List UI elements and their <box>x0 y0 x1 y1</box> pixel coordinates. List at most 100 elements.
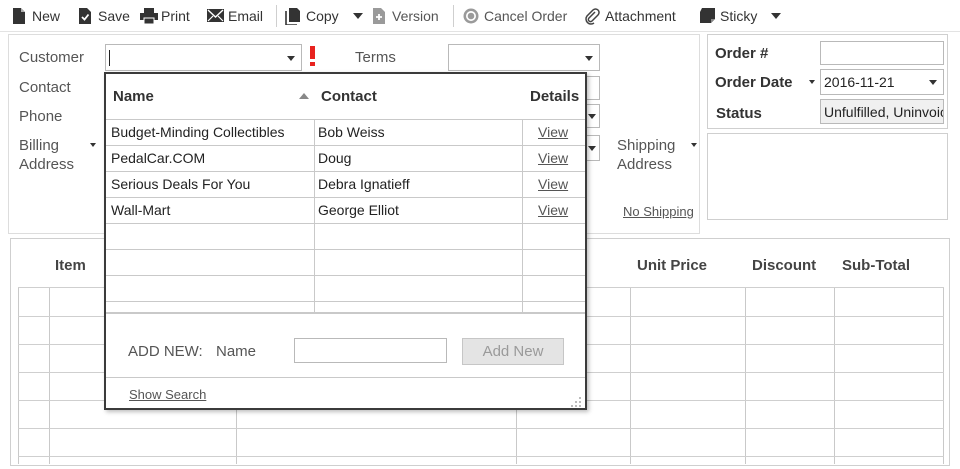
email-label: Email <box>228 8 264 24</box>
sticky-label: Sticky <box>720 8 758 24</box>
empty-list-row <box>106 223 585 249</box>
version-icon <box>371 8 387 24</box>
order-date-picker[interactable]: 2016-11-21 <box>820 69 944 95</box>
grid-column-divider <box>630 288 631 464</box>
new-document-icon <box>11 8 27 24</box>
view-details-link[interactable]: View <box>538 202 568 218</box>
popup-divider <box>106 377 585 378</box>
email-button[interactable]: Email <box>207 6 263 26</box>
customer-list: Budget-Minding Collectibles Bob Weiss Vi… <box>106 119 585 314</box>
version-label: Version <box>392 8 439 24</box>
cancel-order-button[interactable]: Cancel Order <box>463 6 567 26</box>
list-item[interactable]: Serious Deals For You Debra Ignatieff Vi… <box>106 171 585 197</box>
view-details-link[interactable]: View <box>538 176 568 192</box>
resize-grip-icon[interactable] <box>571 394 581 407</box>
list-item[interactable]: PedalCar.COM Doug View <box>106 145 585 171</box>
view-details-link[interactable]: View <box>538 150 568 166</box>
customer-combobox[interactable] <box>105 44 302 71</box>
grid-border <box>943 288 944 464</box>
shipping-label: Shipping <box>617 137 676 154</box>
shipping-address-field[interactable] <box>707 133 948 220</box>
list-item[interactable]: Budget-Minding Collectibles Bob Weiss Vi… <box>106 119 585 145</box>
grid-column-divider <box>834 288 835 464</box>
column-header-contact[interactable]: Contact <box>321 88 377 105</box>
grid-row-line <box>18 428 944 429</box>
cancel-icon <box>463 8 479 24</box>
status-label: Status <box>716 105 762 122</box>
customer-name: PedalCar.COM <box>111 150 206 166</box>
status-field: Unfulfilled, Uninvoiced <box>820 99 944 124</box>
customer-lookup-popup: Name Contact Details Budget-Minding Coll… <box>104 72 587 410</box>
copy-label: Copy <box>306 8 339 24</box>
hidden-select-edge <box>587 135 600 161</box>
attachment-label: Attachment <box>605 8 676 24</box>
customer-contact: George Elliot <box>318 202 399 218</box>
view-details-link[interactable]: View <box>538 124 568 140</box>
save-button[interactable]: Save <box>77 6 130 26</box>
chevron-down-icon <box>588 146 596 151</box>
add-new-name-label: Name <box>216 343 257 360</box>
new-button[interactable]: New <box>11 6 60 26</box>
show-search-link[interactable]: Show Search <box>129 387 206 402</box>
sticky-button[interactable]: Sticky <box>699 6 782 26</box>
copy-button[interactable]: Copy <box>285 6 363 26</box>
column-header-item: Item <box>55 257 86 274</box>
empty-list-row <box>106 275 585 301</box>
column-header-details: Details <box>530 88 580 105</box>
sort-ascending-icon[interactable] <box>299 93 309 99</box>
print-button[interactable]: Print <box>140 6 190 26</box>
email-icon <box>207 8 224 24</box>
save-icon <box>77 8 93 24</box>
cancel-order-label: Cancel Order <box>484 8 568 24</box>
attachment-button[interactable]: Attachment <box>584 6 676 26</box>
terms-select[interactable] <box>448 44 600 71</box>
copy-dropdown-icon[interactable] <box>352 13 363 19</box>
copy-icon <box>285 8 301 26</box>
shipping-address-type-caret-icon[interactable] <box>691 143 697 147</box>
contact-label: Contact <box>19 79 71 96</box>
column-header-discount: Discount <box>752 257 817 274</box>
empty-list-row <box>106 249 585 275</box>
new-label: New <box>32 8 61 24</box>
add-new-label: ADD NEW: <box>128 343 203 360</box>
printer-icon <box>140 8 158 25</box>
no-shipping-link[interactable]: No Shipping <box>623 204 694 219</box>
chevron-down-icon <box>588 114 596 119</box>
version-button[interactable]: Version <box>371 6 439 26</box>
billing-address-type-caret-icon[interactable] <box>90 143 96 147</box>
chevron-down-icon[interactable] <box>287 55 295 61</box>
chevron-down-icon[interactable] <box>585 55 593 61</box>
order-date-type-caret-icon[interactable] <box>809 80 815 84</box>
phone-label: Phone <box>19 108 63 125</box>
shipping-label-line2: Address <box>617 156 673 173</box>
billing-label: Billing <box>19 137 60 154</box>
toolbar: New Save Print Email Copy Version Cancel… <box>0 0 960 32</box>
grid-border <box>18 288 19 464</box>
hidden-select-edge <box>587 104 600 128</box>
column-header-sub-total: Sub-Total <box>842 257 911 274</box>
add-new-button[interactable]: Add New <box>462 338 564 365</box>
chevron-down-icon[interactable] <box>929 80 937 85</box>
sticky-dropdown-icon[interactable] <box>771 13 782 19</box>
list-item[interactable]: Wall-Mart George Elliot View <box>106 197 585 223</box>
toolbar-divider <box>453 5 454 27</box>
customer-contact: Doug <box>318 150 352 166</box>
print-label: Print <box>161 8 190 24</box>
customer-name: Wall-Mart <box>111 202 171 218</box>
customer-name: Budget-Minding Collectibles <box>111 124 285 140</box>
empty-list-row <box>106 301 585 327</box>
order-date-value: 2016-11-21 <box>824 74 895 90</box>
save-label: Save <box>98 8 130 24</box>
column-header-name[interactable]: Name <box>113 88 154 105</box>
toolbar-divider <box>276 5 277 27</box>
status-value: Unfulfilled, Uninvoiced <box>824 104 943 120</box>
column-header-unit-price: Unit Price <box>637 257 708 274</box>
grid-column-divider <box>745 288 746 464</box>
paperclip-icon <box>584 8 600 25</box>
customer-label: Customer <box>19 49 85 66</box>
customer-contact: Bob Weiss <box>318 124 385 140</box>
order-number-input[interactable] <box>820 41 944 65</box>
add-new-name-input[interactable] <box>294 338 447 363</box>
grid-column-divider <box>49 288 50 464</box>
billing-label-line2: Address <box>19 156 75 173</box>
